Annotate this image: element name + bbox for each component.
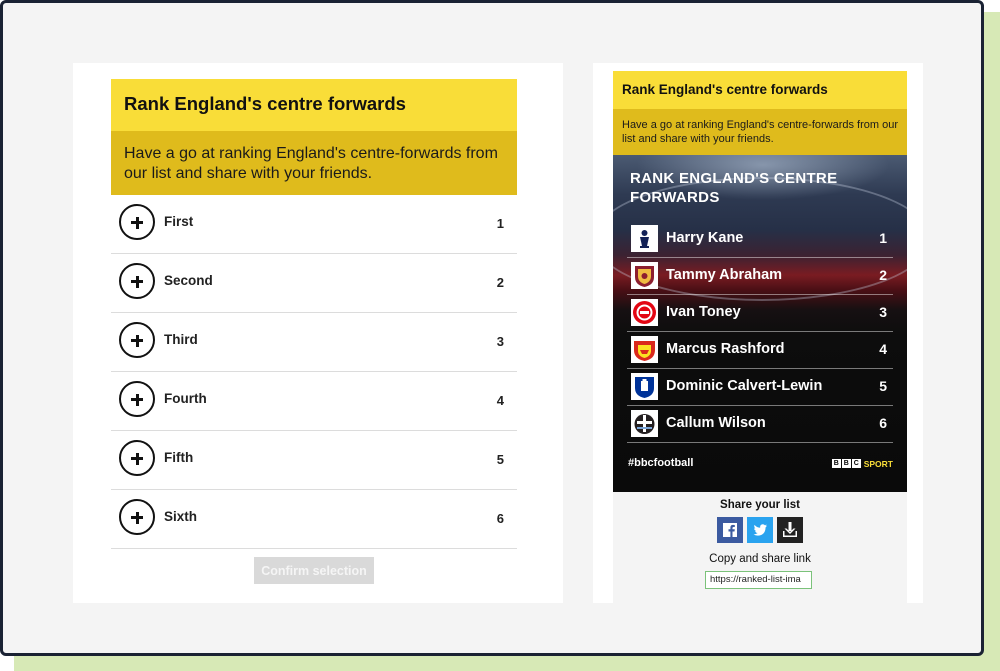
rank-slot[interactable]: Fourth 4 [111, 372, 517, 431]
rank-slot[interactable]: Fifth 5 [111, 431, 517, 490]
add-player-plus-icon[interactable] [119, 263, 155, 299]
rank-slot-label: Fourth [164, 391, 207, 406]
rank-slot-number: 2 [496, 275, 504, 290]
player-rank: 5 [879, 378, 887, 394]
player-rank: 6 [879, 415, 887, 431]
rank-slot-list: First 1 Second 2 Third 3 Fourth 4 Fifth [111, 195, 517, 549]
widget-title: Rank England's centre forwards [124, 93, 406, 114]
tottenham-crest-icon [631, 225, 658, 252]
ranked-player-row: Ivan Toney 3 [627, 295, 893, 332]
rank-slot[interactable]: Third 3 [111, 313, 517, 372]
ranked-player-row: Tammy Abraham 2 [627, 258, 893, 295]
share-section: Share your list Copy and share link http… [613, 492, 907, 603]
widget-title-bar: Rank England's centre forwards [111, 79, 517, 131]
player-name: Marcus Rashford [666, 341, 785, 357]
ranked-player-list: Harry Kane 1 Tammy Abraham 2 Ivan Toney … [627, 221, 893, 443]
confirm-selection-button[interactable]: Confirm selection [254, 557, 374, 584]
rank-slot-label: Second [164, 273, 213, 288]
roma-crest-icon [631, 262, 658, 289]
result-title-bar: Rank England's centre forwards [613, 71, 907, 109]
rank-slot-label: First [164, 214, 194, 229]
facebook-icon [723, 523, 737, 537]
share-title: Share your list [720, 499, 800, 511]
rank-slot[interactable]: Sixth 6 [111, 490, 517, 549]
twitter-share-button[interactable] [747, 517, 773, 543]
add-player-plus-icon[interactable] [119, 204, 155, 240]
ranking-widget: Rank England's centre forwards Have a go… [73, 63, 563, 603]
rank-slot-label: Third [164, 332, 198, 347]
newcastle-crest-icon [631, 410, 658, 437]
facebook-share-button[interactable] [717, 517, 743, 543]
rank-slot-number: 3 [496, 334, 504, 349]
rank-slot-label: Fifth [164, 450, 194, 465]
download-button[interactable] [777, 517, 803, 543]
player-rank: 1 [879, 230, 887, 246]
player-rank: 2 [879, 267, 887, 283]
rank-slot-number: 5 [496, 452, 504, 467]
rank-slot-number: 1 [496, 216, 504, 231]
player-rank: 4 [879, 341, 887, 357]
result-subtitle-bar: Have a go at ranking England's centre-fo… [613, 109, 907, 155]
rank-slot[interactable]: First 1 [111, 195, 517, 254]
player-name: Callum Wilson [666, 415, 766, 431]
copy-link-label: Copy and share link [709, 553, 811, 565]
ranked-player-row: Dominic Calvert-Lewin 5 [627, 369, 893, 406]
add-player-plus-icon[interactable] [119, 499, 155, 535]
result-subtitle: Have a go at ranking England's centre-fo… [622, 119, 899, 145]
widget-subtitle: Have a go at ranking England's centre-fo… [124, 145, 498, 182]
player-name: Dominic Calvert-Lewin [666, 378, 823, 394]
rank-slot-number: 4 [496, 393, 504, 408]
screenshot-frame: Rank England's centre forwards Have a go… [0, 0, 984, 656]
twitter-icon [753, 524, 767, 536]
player-name: Tammy Abraham [666, 267, 783, 283]
ranked-player-row: Callum Wilson 6 [627, 406, 893, 443]
ranked-player-row: Marcus Rashford 4 [627, 332, 893, 369]
hashtag: #bbcfootball [628, 457, 694, 469]
add-player-plus-icon[interactable] [119, 440, 155, 476]
player-rank: 3 [879, 304, 887, 320]
share-buttons [717, 517, 803, 543]
add-player-plus-icon[interactable] [119, 381, 155, 417]
ranking-result-widget: Rank England's centre forwards Have a go… [593, 63, 923, 603]
widget-subtitle-bar: Have a go at ranking England's centre-fo… [111, 131, 517, 195]
card-heading: RANK ENGLAND'S CENTRE FORWARDS [630, 170, 838, 206]
brentford-crest-icon [631, 299, 658, 326]
everton-crest-icon [631, 373, 658, 400]
player-name: Ivan Toney [666, 304, 741, 320]
ranked-list-card: RANK ENGLAND'S CENTRE FORWARDS Harry Kan… [613, 155, 907, 492]
man-utd-crest-icon [631, 336, 658, 363]
bbc-sport-logo: B B C SPORT [831, 458, 893, 469]
add-player-plus-icon[interactable] [119, 322, 155, 358]
player-name: Harry Kane [666, 230, 744, 246]
rank-slot-label: Sixth [164, 509, 198, 524]
rank-slot[interactable]: Second 2 [111, 254, 517, 313]
result-title: Rank England's centre forwards [622, 82, 828, 97]
rank-slot-number: 6 [496, 511, 504, 526]
download-icon [783, 522, 797, 537]
share-link-field[interactable]: https://ranked-list-ima [705, 571, 812, 589]
ranked-player-row: Harry Kane 1 [627, 221, 893, 258]
